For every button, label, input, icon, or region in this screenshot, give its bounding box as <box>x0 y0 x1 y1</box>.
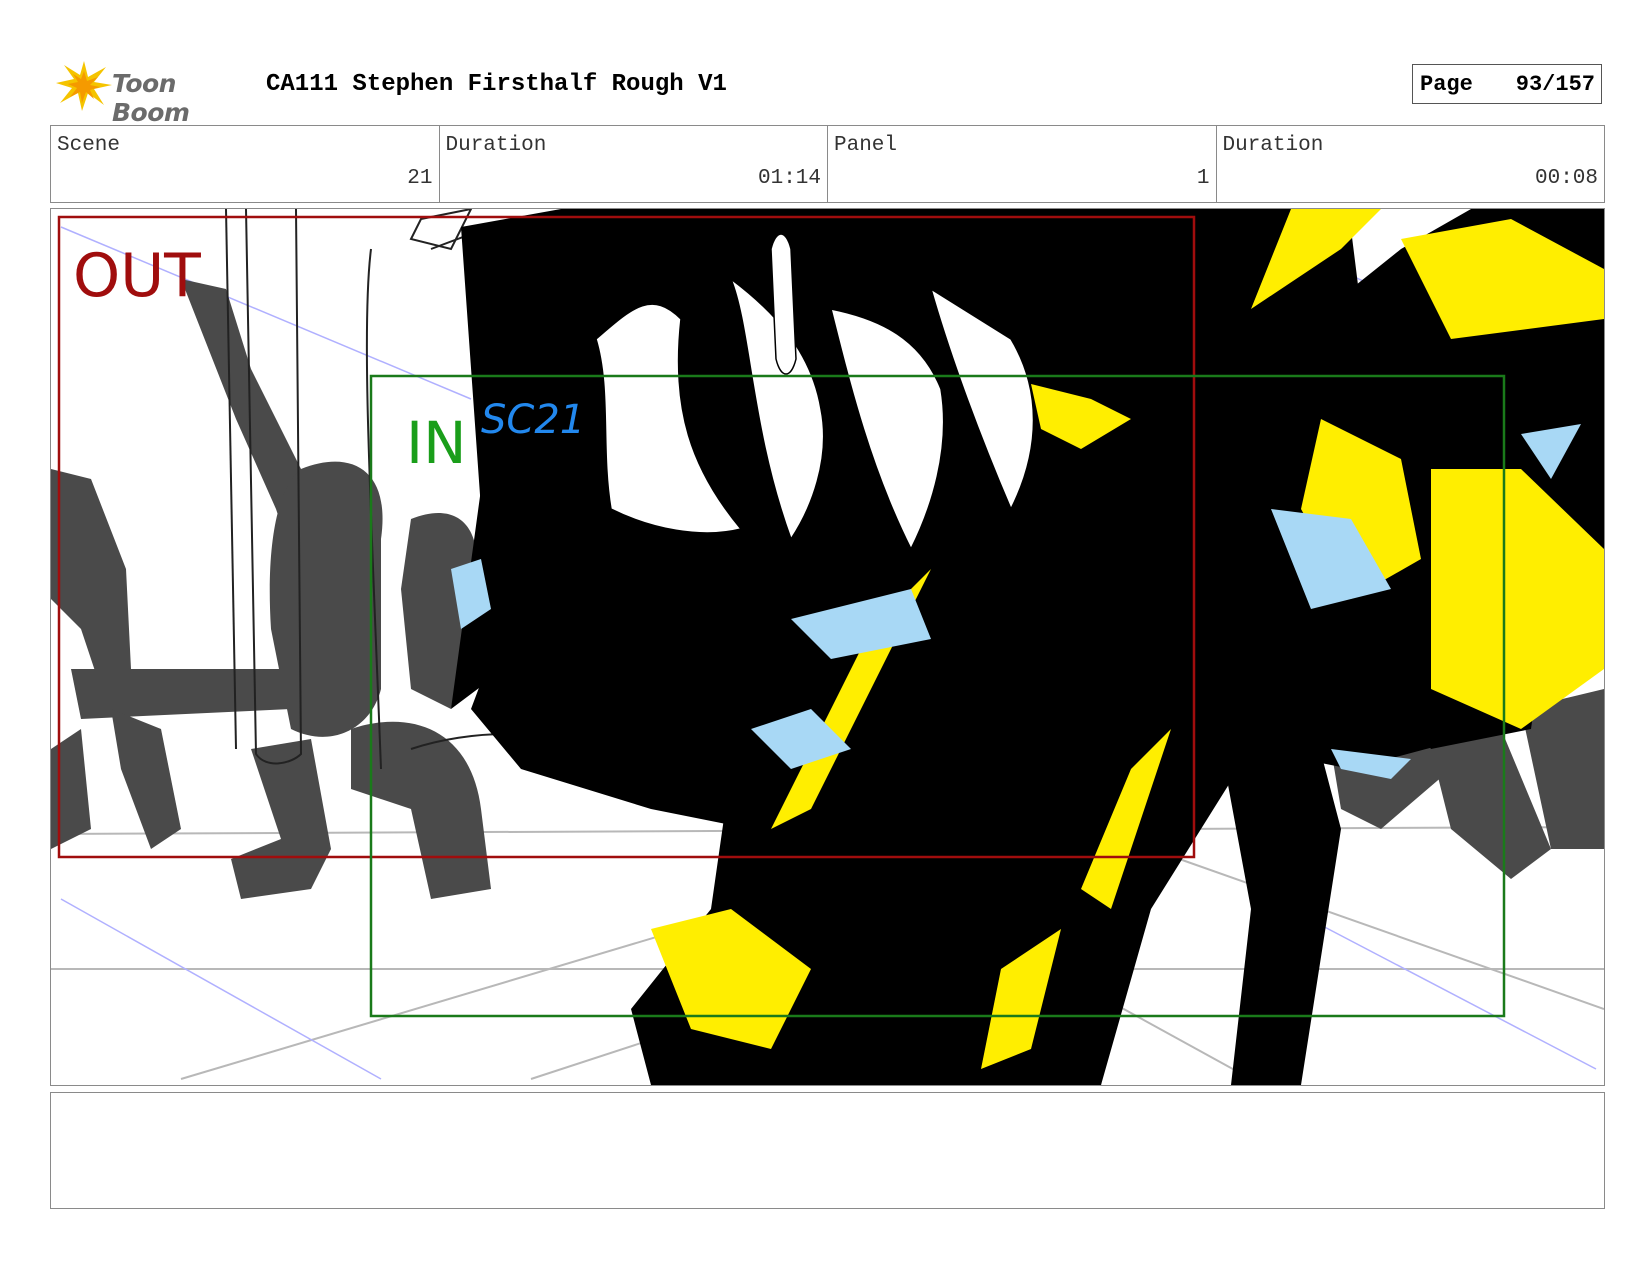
panel-cell: Panel 1 <box>828 126 1217 202</box>
scene-duration-cell: Duration 01:14 <box>440 126 828 202</box>
scene-note: SC21 <box>481 397 586 443</box>
out-frame-label: OUT <box>73 241 201 311</box>
page-label: Page <box>1420 72 1473 97</box>
scene-cell: Scene 21 <box>51 126 440 202</box>
logo-text: Toon Boom <box>112 69 190 127</box>
starburst-icon <box>56 61 112 111</box>
panel-label: Panel <box>834 134 898 157</box>
panel-duration-value: 00:08 <box>1534 167 1598 190</box>
scene-info-row: Scene 21 Duration 01:14 Panel 1 Duration… <box>50 125 1605 203</box>
document-title: CA111 Stephen Firsthalf Rough V1 <box>266 71 727 98</box>
storyboard-header: Toon Boom CA111 Stephen Firsthalf Rough … <box>50 55 1605 127</box>
panel-value: 1 <box>1196 167 1210 190</box>
scene-value: 21 <box>407 167 433 190</box>
page-number: 93/157 <box>1515 72 1595 97</box>
scene-duration-label: Duration <box>445 134 547 157</box>
storyboard-panel: OUT IN SC21 <box>50 208 1605 1086</box>
toon-boom-logo: Toon Boom <box>54 57 254 127</box>
scene-label: Scene <box>57 134 121 157</box>
notes-box <box>50 1092 1605 1209</box>
in-frame-label: IN <box>406 409 467 477</box>
panel-sketch <box>51 209 1604 1085</box>
scene-duration-value: 01:14 <box>757 167 821 190</box>
panel-duration-cell: Duration 00:08 <box>1217 126 1605 202</box>
page-indicator: Page 93/157 <box>1412 64 1602 104</box>
panel-duration-label: Duration <box>1222 134 1324 157</box>
